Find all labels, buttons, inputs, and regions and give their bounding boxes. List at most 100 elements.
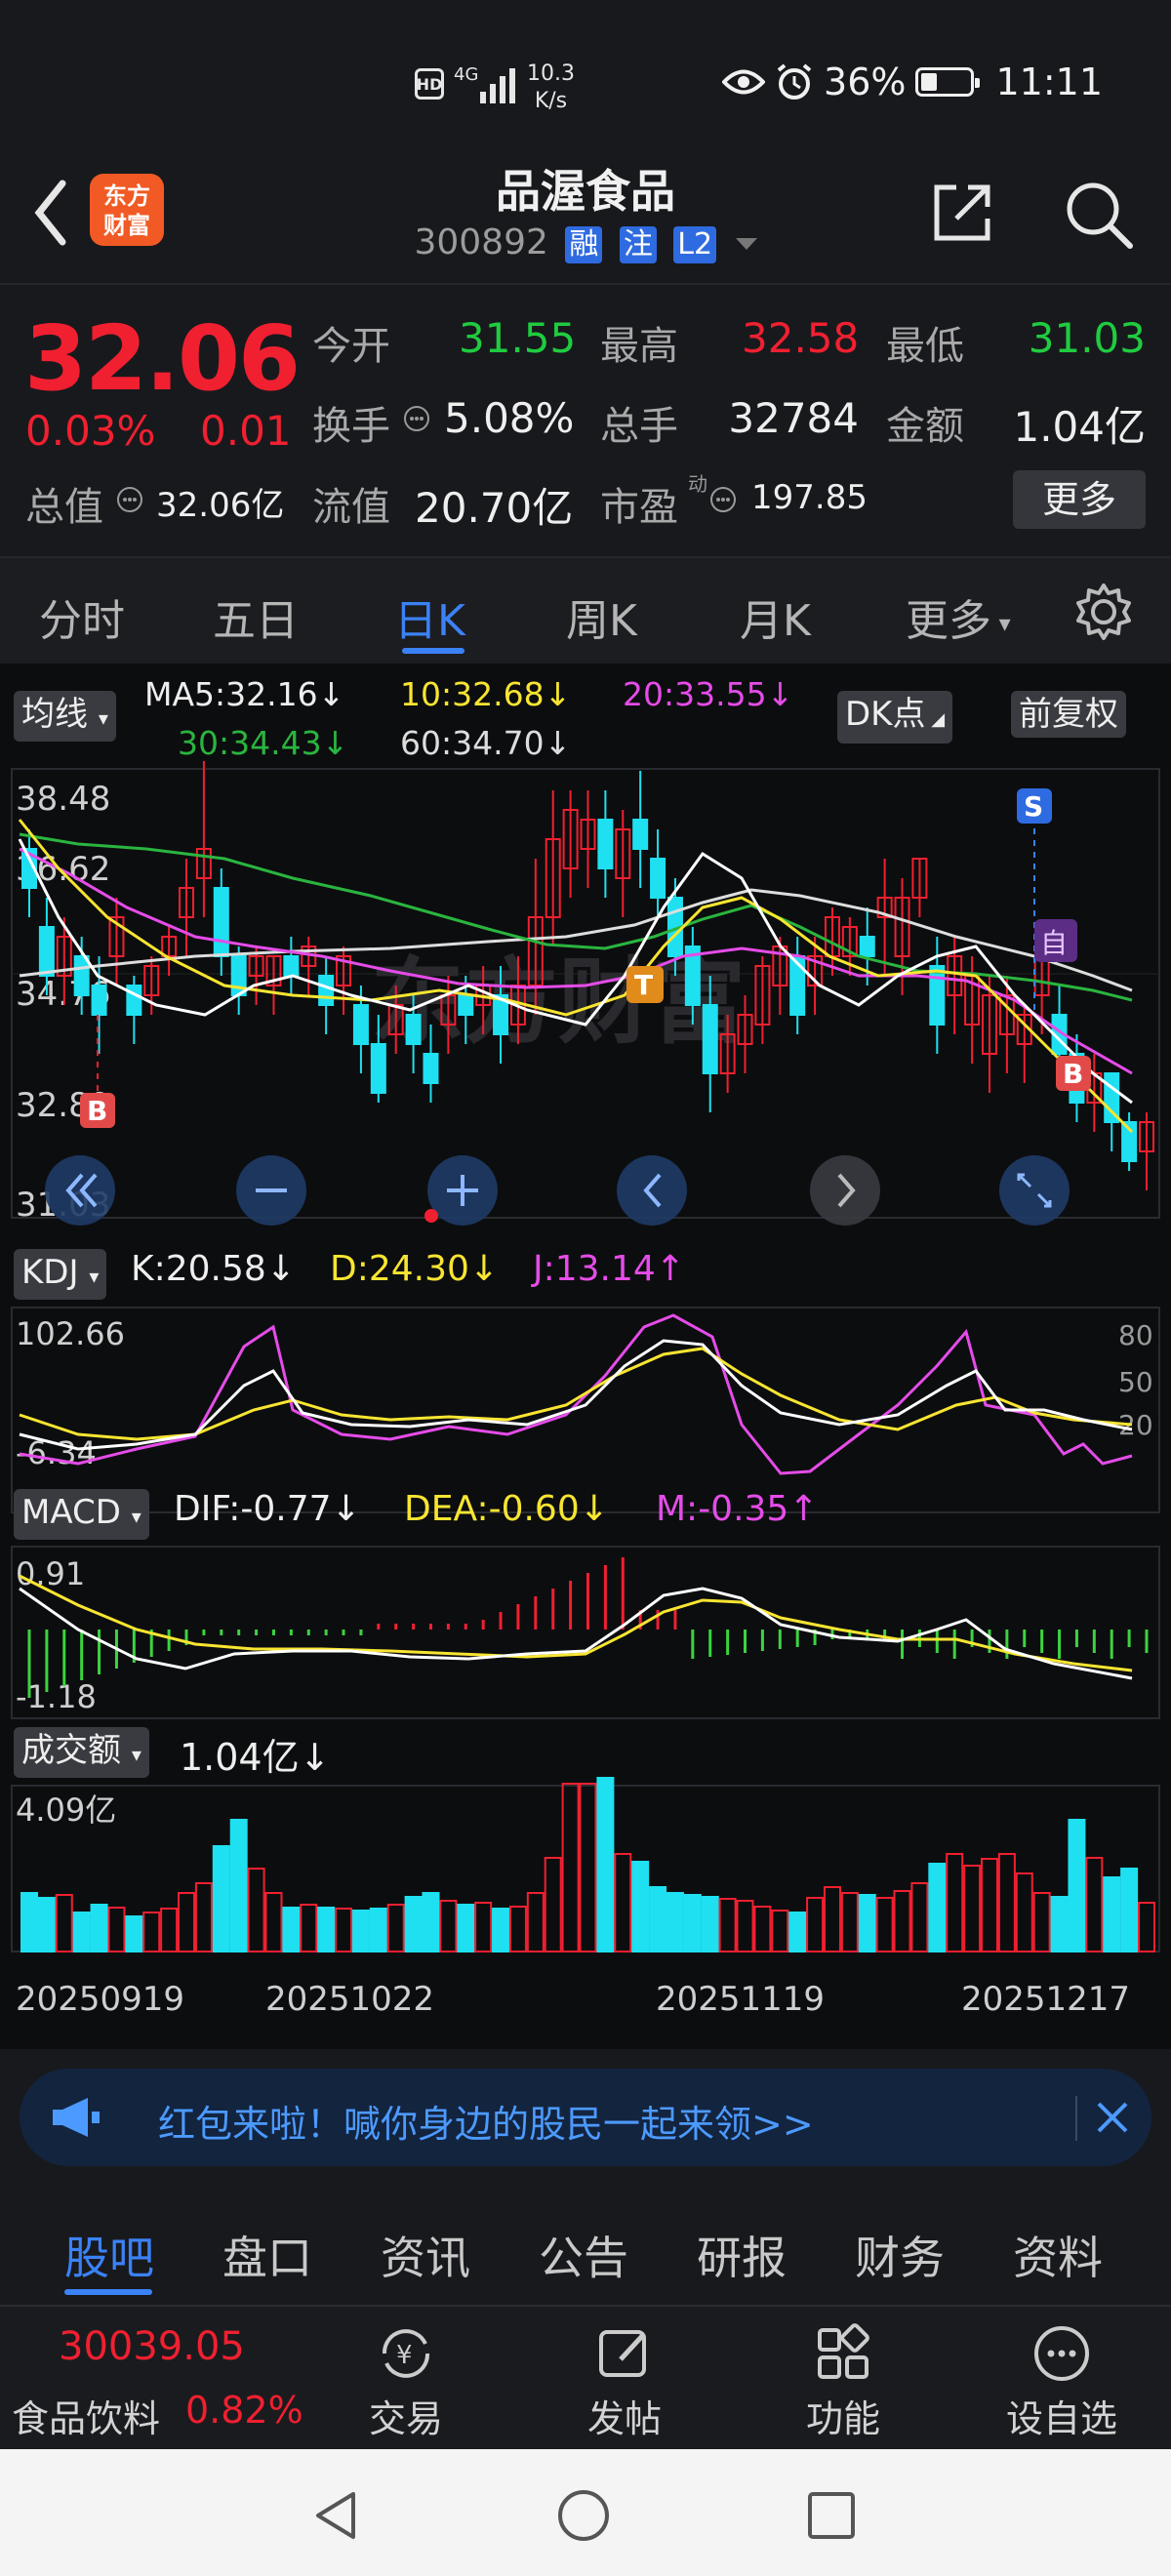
tab-intraday[interactable]: 分时 bbox=[39, 585, 125, 648]
tag-registered: 注 bbox=[619, 226, 657, 263]
macd-bar bbox=[621, 1557, 625, 1630]
change-percent: 0.03% bbox=[25, 407, 156, 455]
index-name[interactable]: 食品饮料 bbox=[12, 2389, 160, 2442]
volume-bar bbox=[875, 1897, 894, 1952]
macd-bar bbox=[691, 1630, 695, 1659]
volume-bar bbox=[806, 1897, 825, 1952]
functions-button[interactable]: 功能 bbox=[775, 2318, 911, 2442]
volume-bar bbox=[946, 1853, 964, 1952]
volume-value: 32784 bbox=[728, 394, 859, 442]
info-icon[interactable] bbox=[708, 485, 738, 514]
volume-bar bbox=[649, 1886, 667, 1952]
active-tab-indicator bbox=[402, 648, 464, 654]
macd-bar bbox=[1074, 1630, 1078, 1647]
macd-bar bbox=[220, 1630, 223, 1635]
macd-bar bbox=[202, 1630, 206, 1635]
volume-bar bbox=[1103, 1876, 1121, 1952]
volume-bar bbox=[422, 1892, 440, 1952]
tab-order-book[interactable]: 盘口 bbox=[222, 2223, 312, 2287]
system-nav-bar bbox=[0, 2449, 1171, 2576]
tab-monthly-k[interactable]: 月K bbox=[740, 585, 811, 648]
volume-bar bbox=[351, 1910, 370, 1952]
kline-chart-area[interactable]: 均线 ▾ MA5:32.16↓ 10:32.68↓ 20:33.55↓ 30:3… bbox=[0, 664, 1171, 2049]
scroll-right-button[interactable] bbox=[810, 1155, 880, 1226]
macd-dea-line bbox=[19, 1574, 1133, 1672]
info-icon[interactable] bbox=[115, 485, 144, 514]
tab-news[interactable]: 资讯 bbox=[381, 2223, 470, 2287]
candle-body bbox=[283, 955, 300, 977]
post-button[interactable]: 发帖 bbox=[556, 2318, 693, 2442]
info-icon[interactable] bbox=[402, 404, 431, 433]
macd-bar bbox=[98, 1630, 101, 1674]
tag-l2: L2 bbox=[673, 226, 717, 263]
volume-bar bbox=[439, 1900, 458, 1952]
tab-forum[interactable]: 股吧 bbox=[64, 2223, 154, 2287]
tab-financials[interactable]: 财务 bbox=[855, 2223, 945, 2287]
self-select-marker[interactable]: 自 bbox=[1034, 919, 1077, 962]
volume-bar bbox=[247, 1868, 265, 1952]
stock-header: 东方 财富 品渥食品 300892 融 注 L2 bbox=[0, 156, 1171, 283]
sell-marker[interactable]: S bbox=[1017, 788, 1052, 1015]
zoom-out-button[interactable] bbox=[236, 1155, 306, 1226]
eye-icon bbox=[722, 69, 766, 95]
macd-bar bbox=[412, 1624, 416, 1630]
nav-recents-icon[interactable] bbox=[806, 2490, 857, 2541]
macd-dea-value: DEA:-0.60↓ bbox=[404, 1489, 609, 1529]
candle-body bbox=[458, 994, 474, 1016]
volume-bar bbox=[893, 1890, 911, 1952]
buy-marker[interactable]: B bbox=[80, 1015, 115, 1128]
tab-profile[interactable]: 资料 bbox=[1013, 2223, 1103, 2287]
volume-bar bbox=[369, 1908, 387, 1952]
banner-text[interactable]: 红包来啦！喊你身边的股民一起来领>> bbox=[158, 2094, 814, 2148]
nav-back-icon[interactable] bbox=[310, 2488, 365, 2543]
date-label: 20251217 bbox=[961, 1980, 1130, 2019]
volume-bar bbox=[317, 1907, 336, 1952]
add-watchlist-button[interactable]: 设自选 bbox=[993, 2318, 1130, 2442]
tab-weekly-k[interactable]: 周K bbox=[566, 585, 637, 648]
macd-bar bbox=[289, 1630, 293, 1635]
macd-bar bbox=[1040, 1630, 1044, 1653]
scroll-left-button[interactable] bbox=[617, 1155, 687, 1226]
tab-more[interactable]: 更多 ▾ bbox=[906, 585, 1011, 648]
kdj-selector[interactable]: KDJ ▾ bbox=[14, 1249, 107, 1300]
tab-announcements[interactable]: 公告 bbox=[539, 2223, 628, 2287]
more-quote-button[interactable]: 更多 bbox=[1013, 470, 1146, 529]
kdj-j-value: J:13.14↑ bbox=[533, 1249, 685, 1289]
share-icon[interactable] bbox=[927, 178, 997, 248]
macd-bar bbox=[62, 1630, 66, 1686]
gear-icon[interactable] bbox=[1073, 582, 1134, 642]
scroll-left-fast-button[interactable] bbox=[45, 1155, 115, 1226]
turnover-selector[interactable]: 成交额 ▾ bbox=[14, 1727, 149, 1778]
kdj-j-line bbox=[19, 1313, 1133, 1475]
fullscreen-button[interactable] bbox=[999, 1155, 1070, 1226]
position-dot bbox=[424, 1209, 438, 1223]
trade-button[interactable]: ¥ 交易 bbox=[338, 2318, 474, 2442]
buy-marker[interactable]: B bbox=[1056, 1056, 1091, 1091]
macd-bar bbox=[167, 1630, 171, 1651]
volume-bar bbox=[823, 1886, 841, 1952]
battery-icon bbox=[915, 67, 981, 97]
macd-bar bbox=[446, 1624, 450, 1630]
nav-home-icon[interactable] bbox=[556, 2488, 611, 2543]
tab-daily-k[interactable]: 日K bbox=[394, 585, 465, 648]
volume-bar bbox=[928, 1863, 947, 1952]
index-value[interactable]: 30039.05 bbox=[59, 2324, 245, 2369]
promo-banner[interactable]: 红包来啦！喊你身边的股民一起来领>> bbox=[20, 2069, 1151, 2166]
volume-bars bbox=[20, 1777, 1155, 1952]
t-marker[interactable]: T bbox=[626, 966, 664, 1003]
search-icon[interactable] bbox=[1062, 178, 1136, 252]
macd-bar bbox=[80, 1630, 84, 1680]
macd-selector[interactable]: MACD ▾ bbox=[14, 1489, 149, 1540]
tab-research[interactable]: 研报 bbox=[697, 2223, 787, 2287]
macd-bar bbox=[342, 1630, 345, 1635]
candle-body bbox=[405, 1014, 422, 1045]
macd-bar bbox=[27, 1630, 31, 1698]
close-icon[interactable] bbox=[1093, 2098, 1132, 2137]
tab-five-day[interactable]: 五日 bbox=[213, 585, 299, 648]
volume-bar bbox=[718, 1898, 737, 1952]
macd-bar bbox=[428, 1624, 432, 1630]
hd-icon: HD bbox=[415, 68, 444, 100]
volume-bar bbox=[771, 1910, 789, 1952]
candle-body bbox=[423, 1053, 439, 1084]
volume-bar bbox=[1138, 1902, 1155, 1952]
